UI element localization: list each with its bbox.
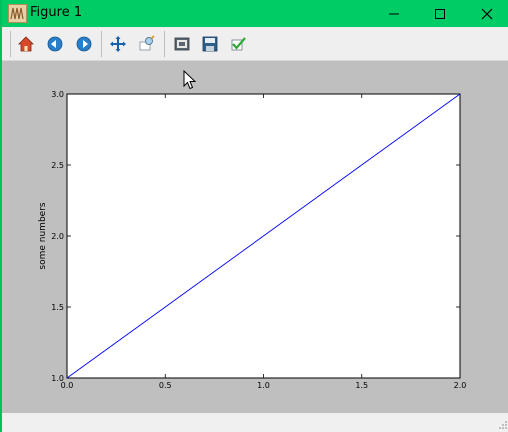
window-title: Figure 1 xyxy=(30,5,83,20)
forward-icon xyxy=(76,36,92,52)
close-button[interactable] xyxy=(464,0,508,27)
check-icon xyxy=(231,37,246,51)
x-tick-label: 1.0 xyxy=(257,381,270,390)
figure-window: Figure 1 0.0 0.5 1.0 1.5 2.0 1.0 1.5 2.0… xyxy=(0,0,508,432)
y-axis-label: some numbers xyxy=(38,202,48,269)
minimize-button[interactable] xyxy=(371,0,417,27)
x-tick-label: 0.5 xyxy=(159,381,172,390)
figure-canvas[interactable]: 0.0 0.5 1.0 1.5 2.0 1.0 1.5 2.0 2.5 3.0 some numbe… xyxy=(4,61,508,413)
zoom-icon xyxy=(139,35,155,51)
toolbar-separator xyxy=(164,31,165,57)
y-tick-label: 2.0 xyxy=(51,232,64,241)
save-button[interactable] xyxy=(199,33,221,55)
y-tick-label: 2.5 xyxy=(51,161,64,170)
navigation-toolbar xyxy=(2,27,508,61)
zoom-button[interactable] xyxy=(136,33,158,55)
x-tick-label: 1.5 xyxy=(355,381,368,390)
back-button[interactable] xyxy=(44,33,66,55)
minimize-icon xyxy=(389,13,399,14)
resize-grip-icon[interactable] xyxy=(498,420,508,430)
toolbar-separator xyxy=(101,31,102,57)
pan-button[interactable] xyxy=(107,33,129,55)
status-bar xyxy=(2,413,508,432)
save-icon xyxy=(202,36,218,52)
pan-icon xyxy=(110,36,126,52)
forward-button[interactable] xyxy=(73,33,95,55)
title-bar[interactable]: Figure 1 xyxy=(2,0,508,27)
y-tick-label: 3.0 xyxy=(51,90,64,99)
home-icon xyxy=(18,36,34,52)
subplots-button[interactable] xyxy=(171,33,193,55)
subplots-icon xyxy=(174,37,190,51)
matplotlib-app-icon xyxy=(8,4,27,23)
line-chart: 0.0 0.5 1.0 1.5 2.01.01.52.02.53.0some numbe… xyxy=(38,90,467,390)
toolbar-grip xyxy=(10,31,11,57)
mouse-cursor-icon xyxy=(183,70,197,90)
y-tick-label: 1.5 xyxy=(51,303,64,312)
maximize-icon xyxy=(435,8,445,19)
back-icon xyxy=(47,36,63,52)
x-tick-label: 2.0 xyxy=(454,381,467,390)
home-button[interactable] xyxy=(15,33,37,55)
y-tick-label: 1.0 xyxy=(51,374,64,383)
maximize-button[interactable] xyxy=(417,0,463,27)
close-icon xyxy=(481,8,493,19)
check-button[interactable] xyxy=(227,33,249,55)
